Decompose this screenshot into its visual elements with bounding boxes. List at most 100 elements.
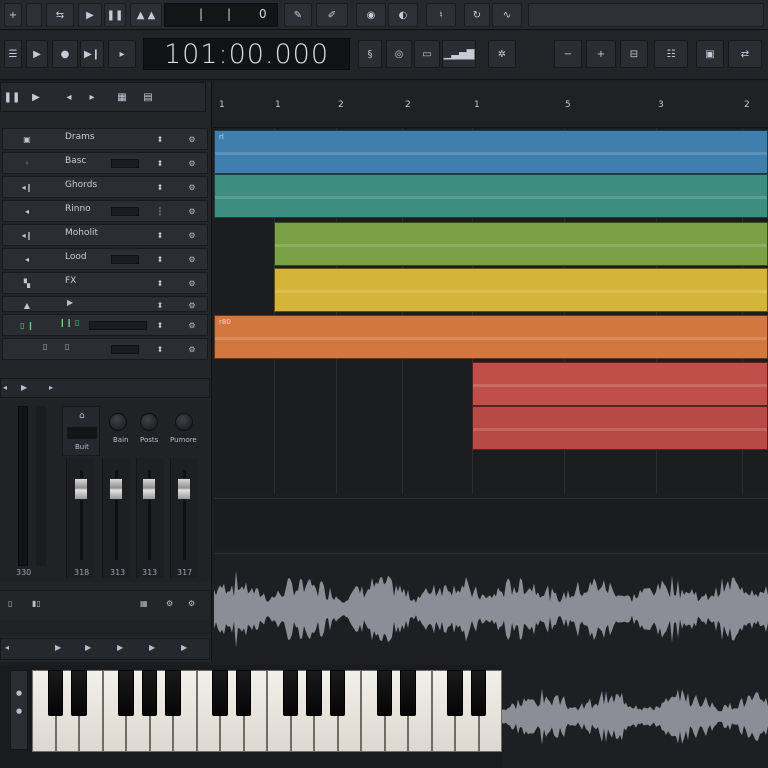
expand-icon[interactable]: ▸: [49, 383, 53, 392]
play-icon[interactable]: ▶: [21, 383, 27, 392]
mute-button[interactable]: ⬍: [153, 227, 167, 243]
marker-icon[interactable]: ▸: [85, 89, 99, 105]
collapse-icon[interactable]: ◂: [3, 383, 7, 392]
track-header[interactable]: ◂❙ Moholit ⬍ ⚙: [2, 224, 208, 246]
collapse-icon[interactable]: ◂: [5, 643, 9, 652]
dot-icon[interactable]: ●: [16, 707, 22, 715]
insert-slot[interactable]: ⌂ Buit: [62, 406, 100, 456]
piano-black-key[interactable]: [47, 670, 63, 716]
volume-fader[interactable]: [111, 207, 139, 216]
piano-black-key[interactable]: [470, 670, 486, 716]
level-meter-icon[interactable]: ▁▃▅▇: [442, 40, 476, 68]
settings-icon[interactable]: ⚙: [183, 131, 201, 147]
settings-icon[interactable]: ⚙: [183, 297, 201, 313]
piano-black-key[interactable]: [118, 670, 134, 716]
pause-icon[interactable]: ❚❚: [104, 3, 126, 27]
zoom-in-icon[interactable]: +: [586, 40, 616, 68]
settings-icon[interactable]: ✲: [488, 40, 516, 68]
zoom-out-icon[interactable]: −: [554, 40, 582, 68]
piano-black-key[interactable]: [376, 670, 392, 716]
browser-icon[interactable]: ▣: [696, 40, 724, 68]
mute-button[interactable]: ⬍: [153, 251, 167, 267]
audio-clip[interactable]: [274, 268, 768, 312]
mixer-icon[interactable]: ⊟: [620, 40, 648, 68]
toggle-icon[interactable]: ❚❚: [4, 89, 21, 105]
piano-black-key[interactable]: [141, 670, 157, 716]
play-icon[interactable]: ▶: [181, 643, 187, 652]
pan-knob[interactable]: [175, 413, 193, 431]
edit-icon[interactable]: ⇄: [728, 40, 762, 68]
settings-icon[interactable]: ⚙: [183, 251, 201, 267]
volume-fader[interactable]: [89, 321, 147, 330]
record-arm-button[interactable]: ❙❙ ▯: [59, 318, 79, 327]
track-header[interactable]: ▯ ❙ ❙❙ ▯ ⬍ ⚙: [2, 314, 208, 336]
piano-black-key[interactable]: [165, 670, 181, 716]
play-icon[interactable]: ▶: [26, 40, 48, 68]
settings-icon[interactable]: ⚙: [183, 275, 201, 291]
piano-black-key[interactable]: [71, 670, 87, 716]
stack-icon[interactable]: ▦: [140, 599, 148, 608]
visibility-icon[interactable]: ◎: [386, 40, 412, 68]
toggle-icon[interactable]: ▯: [8, 599, 12, 608]
bus-icon[interactable]: ▮▯: [32, 599, 41, 608]
settings-icon[interactable]: ⚙: [183, 341, 201, 357]
track-header[interactable]: ◂❙ Ghords ⬍ ⚙: [2, 176, 208, 198]
piano-black-key[interactable]: [400, 670, 416, 716]
audio-clip[interactable]: rl: [214, 130, 768, 174]
arrangement-view[interactable]: rl r80: [214, 128, 768, 494]
mute-button[interactable]: ⬍: [153, 131, 167, 147]
channel-fader[interactable]: [74, 478, 88, 500]
volume-fader[interactable]: [111, 345, 139, 354]
audio-clip[interactable]: [274, 222, 768, 266]
tuning-fork-icon[interactable]: ♮: [426, 3, 456, 27]
play-icon[interactable]: ▶: [78, 3, 102, 27]
add-track-icon[interactable]: +: [4, 3, 22, 27]
audio-clip[interactable]: [472, 362, 768, 406]
panel-icon[interactable]: ☷: [654, 40, 688, 68]
waveform-editor[interactable]: [214, 553, 768, 663]
brush-icon[interactable]: ✐: [316, 3, 348, 27]
play-icon[interactable]: ▶: [29, 89, 43, 105]
settings-icon[interactable]: ⚙: [166, 599, 173, 608]
track-header[interactable]: ▯ ▯ ⬍ ⚙: [2, 338, 208, 360]
metronome-icon[interactable]: ∿: [492, 3, 522, 27]
mute-button[interactable]: ⬍: [153, 341, 167, 357]
mute-button[interactable]: ⬍: [153, 179, 167, 195]
scroll-bar[interactable]: [0, 620, 210, 636]
track-header[interactable]: ◦ Basc ⬍ ⚙: [2, 152, 208, 174]
track-header[interactable]: ▣ Drams ⬍ ⚙: [2, 128, 208, 150]
pencil-icon[interactable]: ✎: [284, 3, 312, 27]
piano-black-key[interactable]: [329, 670, 345, 716]
post-knob[interactable]: [140, 413, 158, 431]
channel-fader[interactable]: [142, 478, 156, 500]
channel-fader[interactable]: [109, 478, 123, 500]
piano-black-key[interactable]: [212, 670, 228, 716]
audio-clip[interactable]: [472, 406, 768, 450]
dot-icon[interactable]: ●: [16, 689, 22, 697]
piano-keyboard[interactable]: [32, 670, 502, 752]
list-icon[interactable]: ▤: [137, 89, 159, 105]
settings-icon[interactable]: ⚙: [183, 227, 201, 243]
mute-button[interactable]: ⬍: [153, 297, 167, 313]
track-header[interactable]: ▚ FX ⬍ ⚙: [2, 272, 208, 294]
audio-clip[interactable]: [214, 174, 768, 218]
track-header[interactable]: ▲ ▶ ⬍ ⚙: [2, 296, 208, 312]
automation-lane[interactable]: [214, 498, 768, 548]
skip-forward-icon[interactable]: ▶❙: [80, 40, 104, 68]
audio-clip[interactable]: r80: [214, 315, 768, 359]
track-header[interactable]: ◂ Rinno ┆ ⚙: [2, 200, 208, 222]
play-icon[interactable]: ▶: [67, 298, 73, 307]
mute-button[interactable]: ┆: [153, 203, 167, 219]
select-tool-icon[interactable]: ⇆: [46, 3, 74, 27]
rewind-icon[interactable]: ◂: [59, 89, 79, 105]
insert-field[interactable]: [67, 427, 97, 439]
gain-knob[interactable]: [109, 413, 127, 431]
grid-icon[interactable]: ▦: [113, 89, 131, 105]
clip-icon[interactable]: ▭: [414, 40, 440, 68]
settings-icon[interactable]: ⚙: [183, 179, 201, 195]
volume-fader[interactable]: [111, 255, 139, 264]
channel-fader[interactable]: [177, 478, 191, 500]
mute-button[interactable]: ⬍: [153, 155, 167, 171]
settings-icon[interactable]: ⚙: [188, 599, 195, 608]
mute-button[interactable]: ⬍: [153, 275, 167, 291]
